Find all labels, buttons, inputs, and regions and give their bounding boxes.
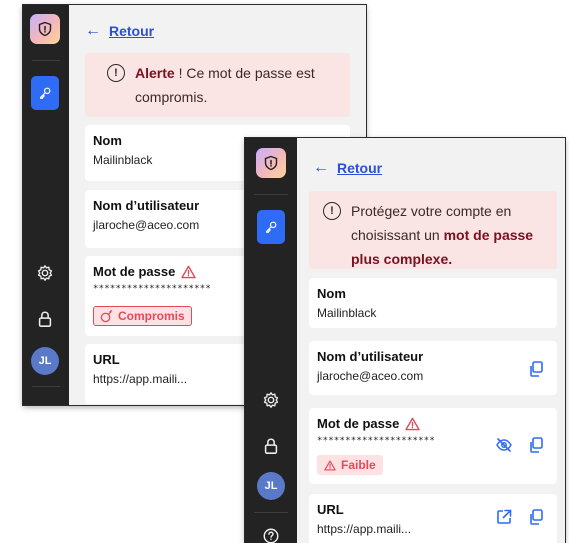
password-label-row: Mot de passe [317,416,421,431]
sidebar-divider [32,60,60,61]
copy-icon[interactable] [527,360,545,378]
eye-off-icon[interactable] [495,436,513,454]
info-icon: ! [107,64,125,82]
lock-icon[interactable] [260,435,282,457]
name-value: Mailinblack [93,153,153,167]
url-value: https://app.maili... [93,372,188,386]
front-window: JL ← Retour ! Protégez votre compte en c… [245,138,565,543]
weak-badge: Faible [317,455,383,475]
username-value: jlaroche@aceo.com [317,369,424,383]
url-value: https://app.maili... [317,522,412,536]
back-link-label: Retour [337,160,383,176]
avatar[interactable]: JL [31,347,59,375]
avatar[interactable]: JL [257,472,285,500]
username-label: Nom d’utilisateur [317,349,424,364]
alert-text: Alerte ! Ce mot de passe est compromis. [135,61,338,109]
name-label: Nom [317,286,346,301]
sidebar-divider [254,512,288,513]
password-value: ********************* [93,284,211,294]
main-content: ← Retour ! Protégez votre compte en choi… [297,138,565,543]
warning-icon [405,417,421,430]
weak-password-alert: ! Protégez votre compte en choisissant u… [309,191,557,269]
back-link[interactable]: ← Retour [313,159,383,177]
bomb-icon [100,309,113,322]
name-label: Nom [93,133,122,148]
key-icon[interactable] [31,76,59,110]
gear-icon[interactable] [34,262,56,284]
shield-logo-icon[interactable] [30,14,60,44]
stage: JL ← Retour ! Alerte ! Ce mot de passe e… [0,0,569,543]
lock-icon[interactable] [34,308,56,330]
external-link-icon[interactable] [495,508,513,526]
shield-logo-icon[interactable] [256,148,286,178]
url-label: URL [317,502,344,517]
copy-icon[interactable] [527,436,545,454]
url-card: URL https://app.maili... [309,494,557,543]
arrow-left-icon: ← [85,22,101,39]
back-link-label: Retour [109,23,155,39]
info-icon: ! [323,202,341,220]
password-label: Mot de passe [93,264,176,279]
compromised-alert: ! Alerte ! Ce mot de passe est compromis… [85,53,350,117]
password-label-row: Mot de passe [93,264,197,279]
url-label: URL [93,352,120,367]
sidebar-divider [254,194,288,195]
password-label: Mot de passe [317,416,400,431]
arrow-left-icon: ← [313,159,329,176]
key-icon[interactable] [257,210,285,244]
username-card: Nom d’utilisateur jlaroche@aceo.com [309,341,557,395]
warning-icon [181,265,197,278]
name-card: Nom Mailinblack [309,278,557,328]
alert-text: Protégez votre compte en choisissant un … [351,199,547,267]
username-label: Nom d’utilisateur [93,198,200,213]
username-value: jlaroche@aceo.com [93,218,200,232]
sidebar: JL [23,5,69,405]
weak-badge-label: Faible [341,458,376,472]
password-value: ********************* [317,436,435,446]
password-card: Mot de passe ********************* Faibl… [309,408,557,484]
name-value: Mailinblack [317,306,377,320]
compromised-badge: Compromis [93,306,192,326]
back-link[interactable]: ← Retour [85,22,155,40]
gear-icon[interactable] [260,389,282,411]
sidebar-divider [32,386,60,387]
copy-icon[interactable] [527,508,545,526]
alert-strong: Alerte [135,65,175,81]
compromised-badge-label: Compromis [118,309,185,323]
help-icon[interactable] [260,525,282,543]
warning-icon [324,460,336,470]
sidebar: JL [245,138,297,543]
